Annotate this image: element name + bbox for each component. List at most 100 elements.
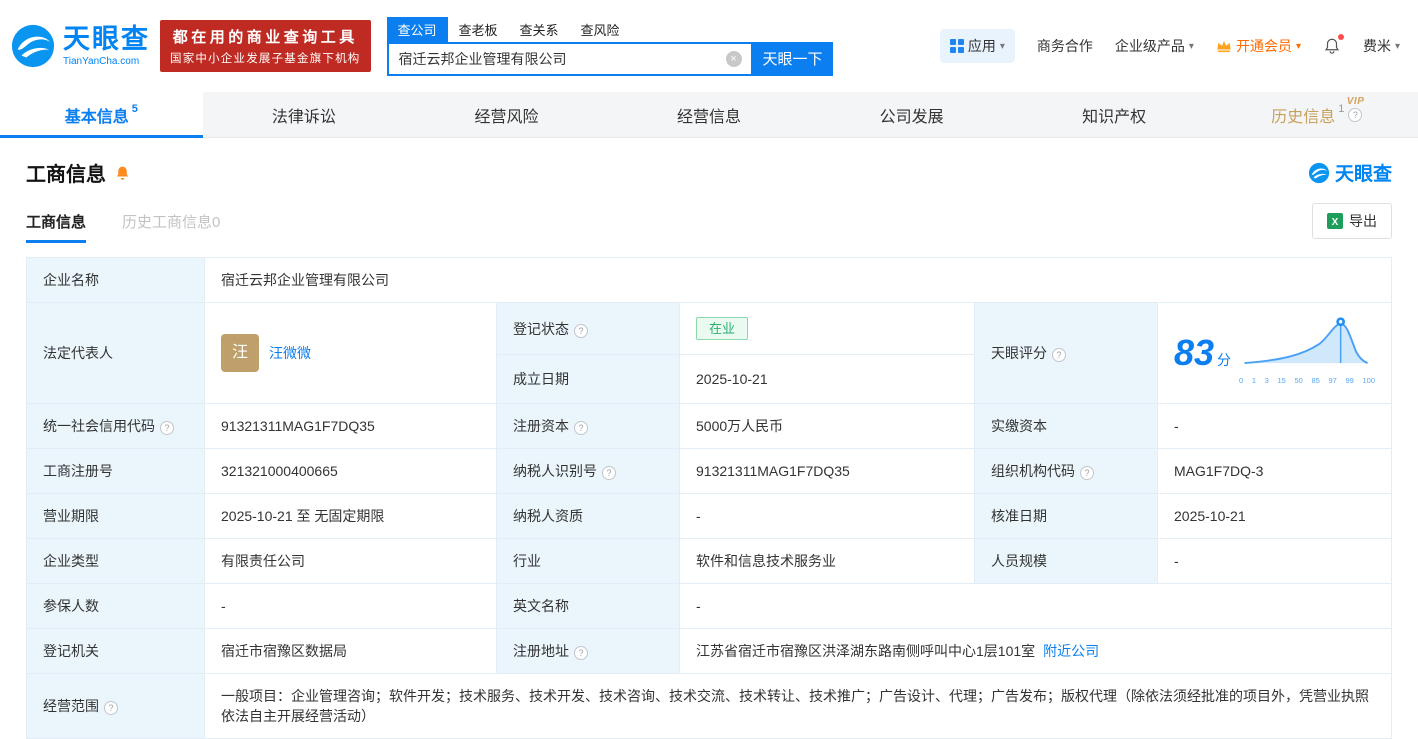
notification-dot [1338, 34, 1344, 40]
tab-operating-risk[interactable]: 经营风险 [405, 92, 608, 137]
score-curve-chart: 0131550859799100 [1239, 315, 1375, 391]
field-label: 营业期限 [43, 508, 99, 524]
table-row: 登记机关 宿迁市宿豫区数据局 注册地址? 江苏省宿迁市宿豫区洪泽湖东路南侧呼叫中… [27, 629, 1392, 674]
user-menu[interactable]: 费米 ▾ [1363, 36, 1400, 56]
table-row: 工商注册号 321321000400665 纳税人识别号? 91321311MA… [27, 449, 1392, 494]
registered-address-value: 江苏省宿迁市宿豫区洪泽湖东路南侧呼叫中心1层101室 [696, 643, 1035, 659]
top-menu: 应用 ▾ 商务合作 企业级产品 ▾ 开通会员 ▾ 费米 ▾ [940, 29, 1400, 63]
export-label: 导出 [1349, 211, 1377, 231]
cooperation-link[interactable]: 商务合作 [1037, 36, 1093, 56]
tab-label: 历史信息 [1271, 103, 1335, 127]
field-label: 成立日期 [513, 371, 569, 387]
help-icon[interactable]: ? [160, 421, 174, 435]
subtab-history-registration[interactable]: 历史工商信息0 [122, 211, 220, 243]
notification-bell[interactable] [1323, 36, 1341, 56]
table-row: 统一社会信用代码? 91321311MAG1F7DQ35 注册资本? 5000万… [27, 404, 1392, 449]
enterprise-menu[interactable]: 企业级产品 ▾ [1115, 36, 1194, 56]
tab-business-info[interactable]: 经营信息 [608, 92, 811, 137]
help-icon[interactable]: ? [1348, 108, 1362, 122]
cooperation-label: 商务合作 [1037, 36, 1093, 56]
field-value: 91321311MAG1F7DQ35 [696, 463, 850, 479]
help-icon[interactable]: ? [574, 324, 588, 338]
tianyan-score: 83 分 013155085 [1174, 315, 1375, 391]
field-value: - [221, 598, 226, 614]
apps-grid-icon [950, 39, 964, 53]
help-icon[interactable]: ? [574, 421, 588, 435]
enterprise-label: 企业级产品 [1115, 36, 1185, 56]
apps-menu[interactable]: 应用 ▾ [940, 29, 1015, 63]
help-icon[interactable]: ? [104, 701, 118, 715]
field-label: 注册地址 [513, 643, 569, 659]
tab-label: 法律诉讼 [272, 103, 336, 127]
monitor-bell-icon[interactable] [114, 164, 131, 182]
subtab-business-registration[interactable]: 工商信息 [26, 211, 86, 243]
watermark-text: 天眼查 [1335, 159, 1392, 186]
search-area: 查公司 查老板 查关系 查风险 × 天眼一下 [387, 17, 833, 76]
user-name: 费米 [1363, 36, 1391, 56]
tab-intellectual-property[interactable]: 知识产权 [1013, 92, 1216, 137]
field-label: 登记机关 [43, 643, 99, 659]
tab-basic-info[interactable]: 基本信息 5 [0, 92, 203, 137]
vip-upgrade-label: 开通会员 [1236, 36, 1292, 56]
field-label: 统一社会信用代码 [43, 418, 155, 434]
field-value: 91321311MAG1F7DQ35 [221, 418, 375, 434]
help-icon[interactable]: ? [1080, 466, 1094, 480]
legal-rep-avatar[interactable]: 汪 [221, 334, 259, 372]
vip-upgrade-menu[interactable]: 开通会员 ▾ [1216, 36, 1301, 56]
export-button[interactable]: X 导出 [1312, 203, 1392, 239]
status-badge: 在业 [696, 317, 748, 340]
tab-company-development[interactable]: 公司发展 [810, 92, 1013, 137]
field-label: 组织机构代码 [991, 463, 1075, 479]
tianyancha-watermark: 天眼查 [1308, 159, 1392, 186]
field-label: 工商注册号 [43, 463, 113, 479]
field-label: 企业名称 [43, 272, 99, 288]
tab-label: 公司发展 [880, 103, 944, 127]
promo-banner: 都在用的商业查询工具 国家中小企业发展子基金旗下机构 [160, 20, 371, 72]
field-value: 5000万人民币 [696, 418, 783, 434]
search-tab-relation[interactable]: 查关系 [509, 17, 570, 42]
field-value: - [696, 508, 701, 524]
field-label: 参保人数 [43, 598, 99, 614]
field-value: 2025-10-21 [696, 371, 768, 387]
help-icon[interactable]: ? [574, 646, 588, 660]
tab-history-info[interactable]: VIP 历史信息 1 ? [1215, 92, 1418, 137]
search-tab-boss[interactable]: 查老板 [448, 17, 509, 42]
field-value: 软件和信息技术服务业 [696, 553, 836, 569]
search-box: × [387, 42, 753, 76]
field-value: 有限责任公司 [221, 553, 305, 569]
field-value: 2025-10-21 [1174, 508, 1246, 524]
tab-legal-proceedings[interactable]: 法律诉讼 [203, 92, 406, 137]
field-label: 人员规模 [991, 553, 1047, 569]
business-scope-value: 一般项目：企业管理咨询；软件开发；技术服务、技术开发、技术咨询、技术交流、技术转… [221, 688, 1369, 724]
field-value: 2025-10-21 至 无固定期限 [221, 508, 384, 524]
tab-label: 经营风险 [474, 103, 538, 127]
apps-menu-label: 应用 [968, 36, 996, 56]
tab-label: 知识产权 [1082, 103, 1146, 127]
field-label: 登记状态 [513, 321, 569, 337]
company-name-value: 宿迁云邦企业管理有限公司 [221, 272, 389, 288]
table-row: 法定代表人 汪 汪微微 登记状态? 在业 天眼评分? [27, 303, 1392, 355]
search-tabs: 查公司 查老板 查关系 查风险 [387, 17, 833, 42]
field-label: 行业 [513, 553, 541, 569]
search-button[interactable]: 天眼一下 [753, 42, 833, 76]
field-label: 核准日期 [991, 508, 1047, 524]
field-label: 纳税人识别号 [513, 463, 597, 479]
logo-subtitle: TianYanCha.com [63, 56, 150, 67]
clear-icon[interactable]: × [726, 51, 742, 67]
svg-text:X: X [1332, 217, 1339, 228]
tianyancha-logo[interactable]: 天眼查 TianYanCha.com [10, 23, 150, 69]
search-tab-company[interactable]: 查公司 [387, 17, 448, 42]
table-row: 企业类型 有限责任公司 行业 软件和信息技术服务业 人员规模 - [27, 539, 1392, 584]
search-input[interactable] [389, 44, 751, 74]
table-row: 企业名称 宿迁云邦企业管理有限公司 [27, 258, 1392, 303]
help-icon[interactable]: ? [1052, 348, 1066, 362]
promo-line1: 都在用的商业查询工具 [170, 26, 361, 47]
promo-line2: 国家中小企业发展子基金旗下机构 [170, 50, 361, 66]
help-icon[interactable]: ? [602, 466, 616, 480]
chevron-down-icon: ▾ [1296, 41, 1301, 52]
search-tab-risk[interactable]: 查风险 [570, 17, 631, 42]
table-row: 营业期限 2025-10-21 至 无固定期限 纳税人资质 - 核准日期 202… [27, 494, 1392, 539]
subtabs-row: 工商信息 历史工商信息0 X 导出 [26, 203, 1392, 243]
legal-rep-link[interactable]: 汪微微 [269, 343, 311, 363]
nearby-companies-link[interactable]: 附近公司 [1043, 643, 1099, 659]
